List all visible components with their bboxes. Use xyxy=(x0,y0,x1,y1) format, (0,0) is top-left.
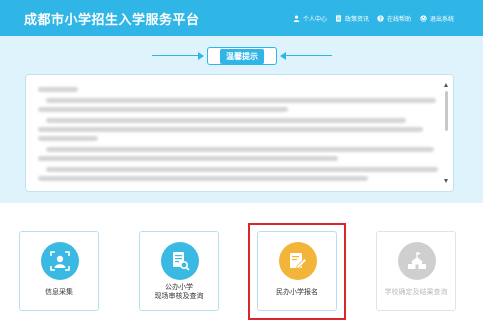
card-public-school-label-line1: 公办小学 xyxy=(165,283,193,291)
card-public-school-label-line2: 现场审核及查询 xyxy=(154,292,204,300)
blurred-text-line xyxy=(38,87,78,92)
blurred-text-line xyxy=(38,176,368,181)
blurred-text-line xyxy=(46,167,438,172)
nav-policy-news-label: 政策资讯 xyxy=(345,15,370,23)
user-icon xyxy=(293,15,300,22)
notice-textbox[interactable] xyxy=(25,74,454,192)
nav-logout[interactable]: 退出系统 xyxy=(420,12,454,24)
nav-policy-news[interactable]: 政策资讯 xyxy=(335,12,369,24)
blurred-text-line xyxy=(38,136,98,141)
blurred-text-line xyxy=(38,156,338,161)
notice-scrollbar[interactable] xyxy=(444,83,449,183)
arrow-left-icon xyxy=(280,52,286,60)
document-search-icon xyxy=(161,242,199,280)
nav-personal-center[interactable]: 个人中心 xyxy=(293,12,327,24)
scroll-down-icon[interactable] xyxy=(444,179,448,183)
nav-online-help-label: 在线帮助 xyxy=(387,15,412,23)
card-school-confirmation-label: 学校确定及结果查询 xyxy=(384,288,448,296)
power-icon xyxy=(420,14,427,22)
school-icon xyxy=(398,242,436,280)
blurred-text-line xyxy=(38,107,288,112)
notice-heading: 温馨提示 xyxy=(152,46,332,66)
blurred-text-line xyxy=(46,98,436,103)
arrow-right-icon xyxy=(198,52,204,60)
card-info-collection-label: 信息采集 xyxy=(45,288,73,296)
nav-personal-center-label: 个人中心 xyxy=(303,15,328,23)
highlight-annotation xyxy=(248,223,346,320)
notice-section: 温馨提示 xyxy=(0,36,483,203)
card-info-collection[interactable]: 信息采集 xyxy=(19,231,99,311)
blurred-text-line xyxy=(38,127,423,132)
site-title: 成都市小学招生入学服务平台 xyxy=(24,13,200,28)
help-icon: ? xyxy=(377,14,384,22)
nav-online-help[interactable]: ? 在线帮助 xyxy=(377,12,411,24)
blurred-text-line xyxy=(46,118,406,123)
document-icon xyxy=(336,14,341,22)
svg-text:?: ? xyxy=(379,16,382,22)
notice-blurred-content xyxy=(38,85,438,183)
scroll-up-icon[interactable] xyxy=(444,83,448,87)
nav-logout-label: 退出系统 xyxy=(430,15,455,23)
notice-title: 温馨提示 xyxy=(220,48,264,64)
notice-title-badge: 温馨提示 xyxy=(207,47,277,65)
card-public-school-review[interactable]: 公办小学 现场审核及查询 xyxy=(139,231,219,311)
top-header: 成都市小学招生入学服务平台 个人中心 政策资讯 ? 在线帮助 退出系统 xyxy=(0,0,483,36)
card-school-confirmation: 学校确定及结果查询 xyxy=(376,231,456,311)
heading-left-rule xyxy=(152,55,198,56)
scroll-thumb[interactable] xyxy=(445,91,448,131)
blurred-text-line xyxy=(46,147,434,152)
person-scan-icon xyxy=(41,242,79,280)
heading-right-rule xyxy=(286,55,332,56)
